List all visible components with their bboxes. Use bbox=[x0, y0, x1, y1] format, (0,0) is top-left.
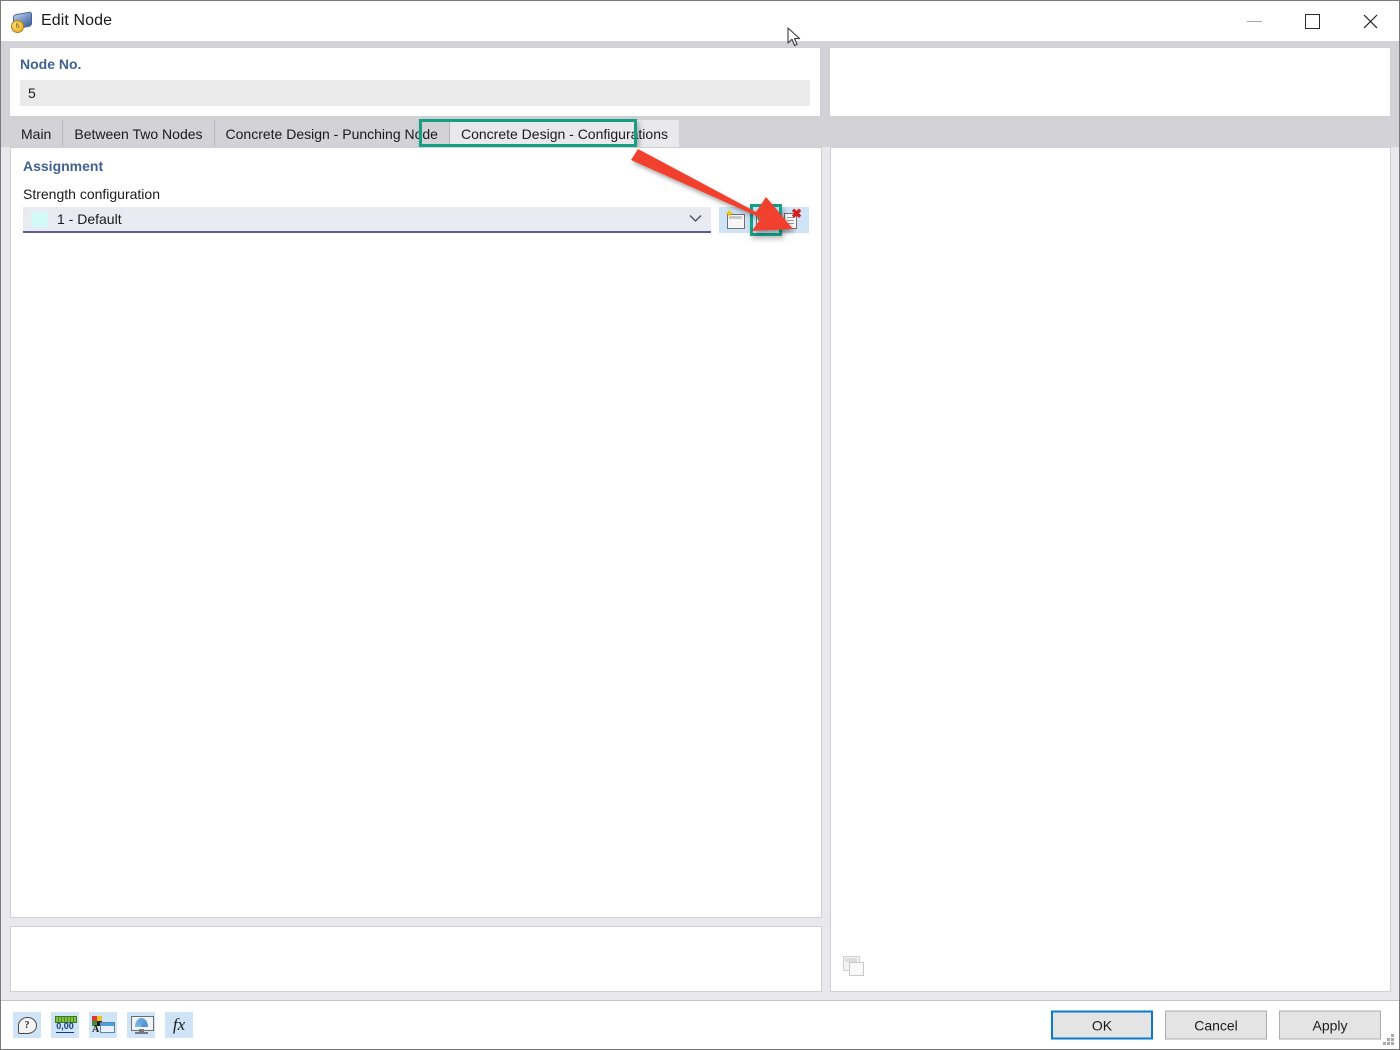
strength-configuration-label: Strength configuration bbox=[23, 186, 809, 202]
formula-icon[interactable]: fx bbox=[165, 1012, 193, 1038]
tab-concrete-design-configurations[interactable]: Concrete Design - Configurations bbox=[450, 120, 679, 147]
cancel-button[interactable]: Cancel bbox=[1165, 1011, 1267, 1040]
node-number-group: Node No. 5 bbox=[9, 47, 821, 117]
tab-between-two-nodes[interactable]: Between Two Nodes bbox=[63, 120, 214, 147]
right-preview-panel bbox=[830, 147, 1391, 992]
node-number-row: Node No. 5 bbox=[1, 41, 1399, 117]
view-settings-icon[interactable] bbox=[127, 1012, 155, 1038]
title-bar: 6 Edit Node bbox=[1, 1, 1399, 41]
edit-configuration-button[interactable] bbox=[751, 209, 777, 231]
delete-configuration-button[interactable]: ✖ bbox=[780, 209, 806, 231]
strength-configuration-row: 1 - Default ✦ bbox=[23, 207, 809, 233]
footer-buttons: OK Cancel Apply bbox=[1051, 1011, 1381, 1040]
configuration-color-swatch bbox=[31, 212, 48, 227]
units-icon-label: 0,00 bbox=[54, 1021, 76, 1031]
resize-grip[interactable] bbox=[1383, 1034, 1395, 1046]
assignment-panel: Assignment Strength configuration 1 - De… bbox=[10, 147, 822, 918]
configuration-buttons: ✦ ✖ bbox=[719, 207, 809, 233]
display-properties-icon-label: A bbox=[92, 1024, 99, 1035]
node-number-field[interactable]: 5 bbox=[20, 80, 810, 106]
dialog-body: Assignment Strength configuration 1 - De… bbox=[1, 147, 1399, 1000]
chevron-down-icon[interactable] bbox=[689, 210, 702, 228]
window-title: Edit Node bbox=[41, 12, 112, 30]
ok-button[interactable]: OK bbox=[1051, 1011, 1153, 1040]
formula-icon-label: fx bbox=[173, 1015, 185, 1035]
minimize-button[interactable] bbox=[1225, 1, 1283, 41]
new-configuration-button[interactable]: ✦ bbox=[722, 209, 748, 231]
strength-configuration-value: 1 - Default bbox=[57, 211, 122, 227]
left-bottom-panel bbox=[10, 926, 822, 992]
maximize-button[interactable] bbox=[1283, 1, 1341, 41]
units-icon[interactable]: 0,00 bbox=[51, 1012, 79, 1038]
display-properties-icon[interactable]: A bbox=[89, 1012, 117, 1038]
strength-configuration-combobox[interactable]: 1 - Default bbox=[23, 207, 711, 233]
top-right-preview-panel bbox=[829, 47, 1391, 117]
apply-button[interactable]: Apply bbox=[1279, 1011, 1381, 1040]
close-icon[interactable] bbox=[1341, 1, 1399, 41]
tab-main[interactable]: Main bbox=[10, 120, 63, 147]
node-cube-icon: 6 bbox=[11, 10, 33, 32]
window-controls bbox=[1225, 1, 1399, 41]
help-icon[interactable]: ? bbox=[13, 1012, 41, 1038]
tab-concrete-design-punching-node[interactable]: Concrete Design - Punching Node bbox=[215, 120, 450, 147]
help-icon-glyph: ? bbox=[18, 1017, 37, 1034]
dialog-footer: ? 0,00 A bbox=[1, 1000, 1399, 1049]
footer-tools: ? 0,00 A bbox=[13, 1012, 193, 1038]
tab-strip: Main Between Two Nodes Concrete Design -… bbox=[1, 117, 1399, 147]
node-number-title: Node No. bbox=[20, 56, 810, 72]
preview-placeholder-icon bbox=[841, 955, 865, 977]
left-column: Assignment Strength configuration 1 - De… bbox=[10, 147, 822, 1000]
assignment-title: Assignment bbox=[23, 158, 809, 174]
edit-node-dialog: 6 Edit Node Node No. 5 Main Between Two … bbox=[0, 0, 1400, 1050]
